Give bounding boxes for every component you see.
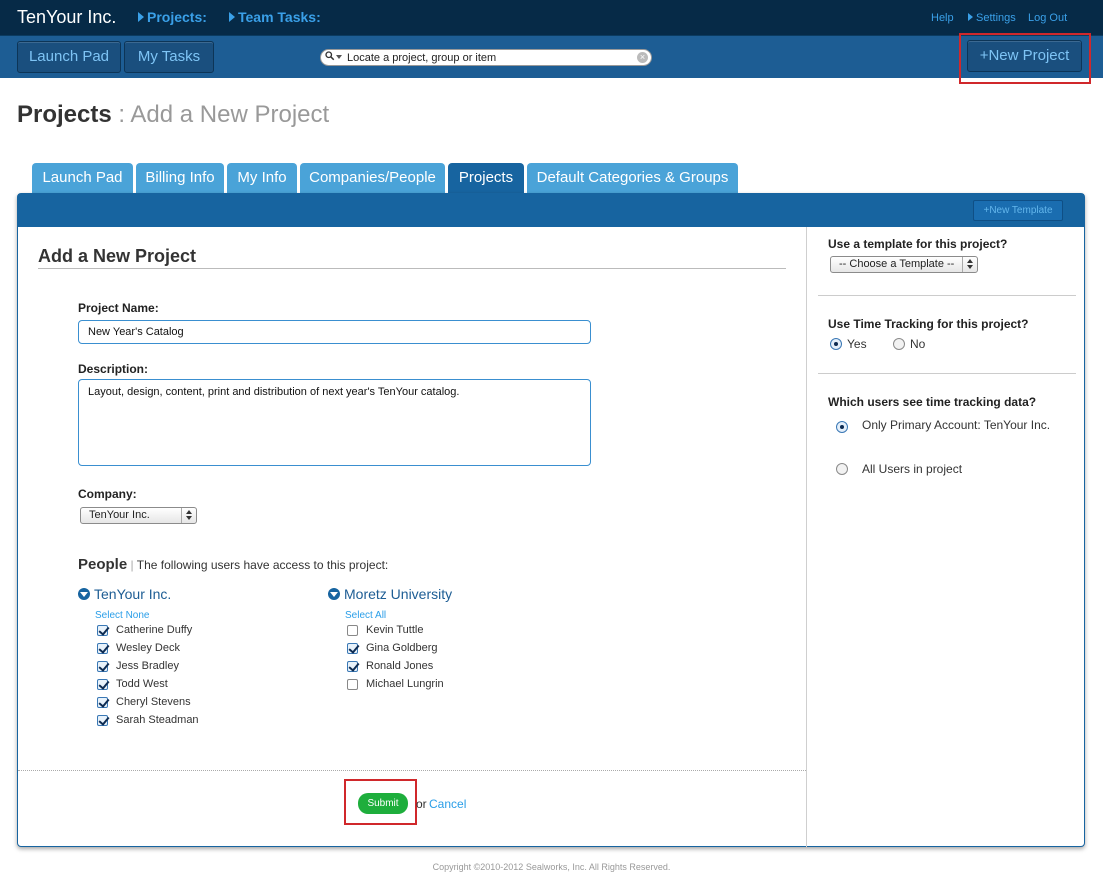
new-template-button[interactable]: +New Template xyxy=(973,200,1063,221)
clear-search-icon[interactable]: × xyxy=(637,52,648,63)
tab-billing-info[interactable]: Billing Info xyxy=(136,163,224,193)
group-moretz-header[interactable]: Moretz University xyxy=(328,586,452,602)
user-name: Sarah Steadman xyxy=(116,714,199,726)
chevron-down-icon xyxy=(336,55,342,59)
tab-my-info[interactable]: My Info xyxy=(227,163,297,193)
top-bar: TenYour Inc. Projects: Team Tasks: Help … xyxy=(0,0,1103,36)
user-checkbox[interactable] xyxy=(347,661,358,672)
time-tracking-question: Use Time Tracking for this project? xyxy=(828,317,1029,331)
visibility-all-radio[interactable] xyxy=(836,463,848,475)
visibility-primary-radio[interactable] xyxy=(836,421,848,433)
project-name-field[interactable]: New Year's Catalog xyxy=(78,320,591,344)
time-tracking-no-label: No xyxy=(910,337,926,351)
visibility-question: Which users see time tracking data? xyxy=(828,395,1037,409)
user-name: Todd West xyxy=(116,678,168,690)
tab-projects[interactable]: Projects xyxy=(448,163,524,193)
search-input[interactable]: Locate a project, group or item × xyxy=(320,49,652,66)
settings-link[interactable]: Settings xyxy=(968,12,1016,24)
user-name: Catherine Duffy xyxy=(116,624,193,636)
triangle-right-icon xyxy=(968,13,973,21)
panel-header: +New Template xyxy=(18,194,1084,227)
sidebar-divider-2 xyxy=(818,373,1076,374)
launch-pad-button[interactable]: Launch Pad xyxy=(17,41,121,73)
search-icon xyxy=(325,51,335,61)
user-checkbox[interactable] xyxy=(97,625,108,636)
copyright-footer: Copyright ©2010-2012 Sealworks, Inc. All… xyxy=(432,862,671,872)
visibility-primary-label: Only Primary Account: TenYour Inc. xyxy=(862,418,1051,432)
form-title-divider xyxy=(38,268,786,269)
user-checkbox[interactable] xyxy=(97,643,108,654)
new-project-highlight xyxy=(959,33,1091,84)
time-tracking-yes-radio[interactable] xyxy=(830,338,842,350)
user-name: Cheryl Stevens xyxy=(116,696,191,708)
user-checkbox[interactable] xyxy=(97,715,108,726)
brand-name[interactable]: TenYour Inc. xyxy=(17,7,116,28)
tab-companies-people[interactable]: Companies/People xyxy=(300,163,445,193)
user-name: Jess Bradley xyxy=(116,660,179,672)
form-bottom-divider xyxy=(18,770,806,771)
user-checkbox[interactable] xyxy=(347,679,358,690)
select-arrows-icon xyxy=(181,508,196,523)
visibility-all-label: All Users in project xyxy=(862,462,963,476)
description-label: Description: xyxy=(78,362,149,376)
select-none-link[interactable]: Select None xyxy=(95,610,149,621)
logout-link[interactable]: Log Out xyxy=(1028,12,1067,24)
user-name: Michael Lungrin xyxy=(366,678,444,690)
tab-default-categories-groups[interactable]: Default Categories & Groups xyxy=(527,163,738,193)
my-tasks-button[interactable]: My Tasks xyxy=(124,41,214,73)
user-name: Kevin Tuttle xyxy=(366,624,424,636)
sidebar-divider-1 xyxy=(818,295,1076,296)
nav-team-tasks[interactable]: Team Tasks: xyxy=(229,9,321,25)
triangle-right-icon xyxy=(229,12,235,22)
user-name: Wesley Deck xyxy=(116,642,180,654)
help-link[interactable]: Help xyxy=(931,12,954,24)
cancel-link[interactable]: Cancel xyxy=(429,797,466,811)
group-tenyour-header[interactable]: TenYour Inc. xyxy=(78,586,171,602)
description-field[interactable]: Layout, design, content, print and distr… xyxy=(78,379,591,466)
submit-highlight xyxy=(344,779,417,825)
company-label: Company: xyxy=(78,487,137,501)
user-name: Gina Goldberg xyxy=(366,642,438,654)
triangle-right-icon xyxy=(138,12,144,22)
sidebar-divider xyxy=(806,227,807,847)
user-checkbox[interactable] xyxy=(97,697,108,708)
time-tracking-no-radio[interactable] xyxy=(893,338,905,350)
select-arrows-icon xyxy=(962,257,977,272)
user-checkbox[interactable] xyxy=(97,679,108,690)
people-heading: People | The following users have access… xyxy=(78,556,389,573)
time-tracking-yes-label: Yes xyxy=(847,337,867,351)
collapse-icon xyxy=(328,588,340,600)
collapse-icon xyxy=(78,588,90,600)
company-select[interactable]: TenYour Inc. xyxy=(80,507,197,524)
user-checkbox[interactable] xyxy=(347,625,358,636)
user-checkbox[interactable] xyxy=(347,643,358,654)
select-all-link[interactable]: Select All xyxy=(345,610,386,621)
search-placeholder: Locate a project, group or item xyxy=(347,52,497,64)
tab-launch-pad[interactable]: Launch Pad xyxy=(32,163,133,193)
user-name: Ronald Jones xyxy=(366,660,434,672)
template-select[interactable]: -- Choose a Template -- xyxy=(830,256,978,273)
template-question: Use a template for this project? xyxy=(828,237,1008,251)
or-text: or xyxy=(416,797,427,811)
project-name-label: Project Name: xyxy=(78,301,159,315)
nav-projects[interactable]: Projects: xyxy=(138,9,207,25)
toolbar: Launch Pad My Tasks Locate a project, gr… xyxy=(0,36,1103,78)
page-title: Projects : Add a New Project xyxy=(17,101,330,128)
form-title: Add a New Project xyxy=(38,246,197,266)
user-checkbox[interactable] xyxy=(97,661,108,672)
